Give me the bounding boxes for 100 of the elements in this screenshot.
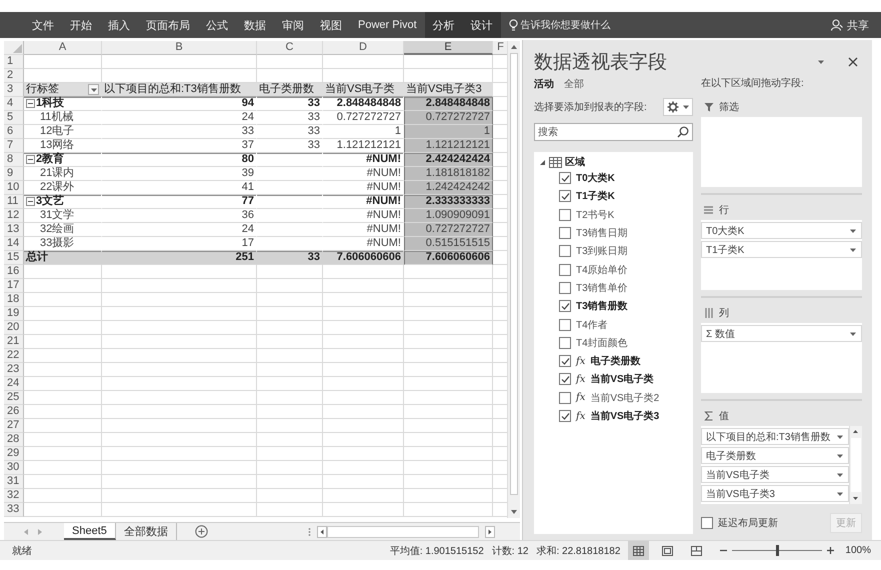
ribbon-tab[interactable]: 插入: [100, 12, 138, 38]
scroll-right-icon[interactable]: [484, 526, 495, 538]
drop-area[interactable]: T0大类K T1子类K: [701, 220, 862, 290]
add-sheet-icon[interactable]: [194, 525, 208, 538]
scrollbar-thumb[interactable]: [326, 526, 479, 538]
panel-tab[interactable]: 活动: [534, 76, 560, 92]
tools-button[interactable]: [663, 98, 693, 116]
zoom-in-icon[interactable]: [826, 546, 836, 555]
drop-area[interactable]: Σ 数值: [701, 323, 862, 393]
row-header[interactable]: 17: [4, 279, 24, 293]
area-field-button[interactable]: T0大类K: [701, 222, 862, 239]
row-header[interactable]: 9: [4, 167, 24, 181]
area-field-button[interactable]: Σ 数值: [701, 325, 862, 342]
ribbon-tab[interactable]: 开始: [62, 12, 100, 38]
row-header[interactable]: 19: [4, 307, 24, 321]
column-header[interactable]: D: [323, 41, 404, 55]
column-header[interactable]: C: [257, 41, 323, 55]
checkbox[interactable]: [559, 172, 571, 184]
tell-me-field[interactable]: 告诉我你想要做什么: [520, 18, 611, 32]
field-name[interactable]: 当前VS电子类2: [590, 390, 660, 405]
checkbox[interactable]: [559, 245, 571, 258]
field-name[interactable]: T3到账日期: [576, 244, 628, 258]
checkbox[interactable]: [559, 264, 571, 276]
close-icon[interactable]: [848, 57, 858, 67]
panel-tab[interactable]: 全部: [564, 76, 590, 92]
column-header[interactable]: A: [24, 41, 102, 55]
row-header[interactable]: 16: [4, 265, 24, 279]
checkbox[interactable]: [559, 227, 571, 240]
defer-update-label[interactable]: 延迟布局更新: [718, 516, 778, 530]
ribbon-tab[interactable]: 页面布局: [138, 12, 198, 38]
scrollbar[interactable]: [849, 426, 862, 504]
area-field-button[interactable]: 当前VS电子类3: [701, 485, 849, 502]
ribbon-tab[interactable]: Power Pivot: [350, 12, 425, 38]
row-header[interactable]: 32: [4, 489, 24, 503]
sheet-tab[interactable]: Sheet5: [64, 523, 116, 540]
row-header[interactable]: 28: [4, 433, 24, 447]
row-header[interactable]: 5: [4, 111, 24, 125]
field-name[interactable]: T3销售日期: [576, 226, 628, 240]
field-name[interactable]: T3销售册数: [576, 299, 628, 314]
row-header[interactable]: 27: [4, 419, 24, 433]
splitter-handle[interactable]: [308, 526, 311, 536]
row-header[interactable]: 2: [4, 69, 24, 83]
row-header[interactable]: 22: [4, 349, 24, 363]
checkbox[interactable]: [559, 392, 571, 404]
filter-dropdown-button[interactable]: [88, 84, 99, 95]
search-icon[interactable]: [677, 126, 689, 138]
collapse-icon[interactable]: [539, 158, 546, 166]
share-button[interactable]: 共享: [825, 12, 875, 38]
checkbox[interactable]: [559, 373, 571, 386]
field-name[interactable]: T3销售单价: [576, 280, 628, 295]
collapse-icon[interactable]: [26, 99, 35, 108]
ribbon-tab[interactable]: 分析: [424, 12, 463, 38]
row-header[interactable]: 8: [4, 153, 24, 167]
column-header[interactable]: E: [404, 41, 493, 55]
row-header[interactable]: 10: [4, 181, 24, 195]
collapse-icon[interactable]: [26, 155, 35, 164]
drop-area[interactable]: 以下项目的总和:T3销售册数 电子类册数 当前VS电子类 当前VS电子类3: [701, 426, 862, 504]
row-header[interactable]: 3: [4, 83, 24, 97]
row-header[interactable]: 25: [4, 391, 24, 405]
zoom-level[interactable]: 100%: [845, 545, 871, 556]
panel-options-icon[interactable]: [817, 59, 826, 65]
row-header[interactable]: 4: [4, 97, 24, 111]
checkbox[interactable]: [559, 336, 571, 349]
ribbon-tab[interactable]: 公式: [198, 12, 236, 38]
row-header[interactable]: 29: [4, 447, 24, 461]
field-name[interactable]: T4封面颜色: [576, 336, 628, 350]
area-field-button[interactable]: 以下项目的总和:T3销售册数: [701, 428, 849, 445]
ribbon-tab[interactable]: 视图: [312, 12, 350, 38]
checkbox[interactable]: [559, 318, 571, 331]
row-header[interactable]: 30: [4, 461, 24, 475]
search-field[interactable]: 搜索: [534, 123, 693, 141]
ribbon-tab[interactable]: 设计: [462, 12, 501, 38]
field-name[interactable]: T4作者: [576, 318, 608, 332]
row-header[interactable]: 15: [4, 251, 24, 265]
field-name[interactable]: 当前VS电子类: [590, 372, 654, 386]
field-name[interactable]: T0大类K: [576, 171, 615, 186]
area-field-button[interactable]: T1子类K: [701, 241, 862, 258]
normal-view-button[interactable]: [628, 541, 650, 560]
row-header[interactable]: 13: [4, 223, 24, 237]
checkbox[interactable]: [559, 410, 571, 422]
zoom-slider-thumb[interactable]: [776, 545, 780, 556]
column-header[interactable]: F: [493, 41, 507, 55]
checkbox[interactable]: [559, 208, 571, 221]
row-header[interactable]: 7: [4, 139, 24, 153]
row-header[interactable]: 20: [4, 321, 24, 335]
row-header[interactable]: 33: [4, 503, 24, 517]
field-name[interactable]: T2书号K: [576, 208, 614, 222]
field-name[interactable]: T4原始单价: [576, 262, 628, 277]
row-header[interactable]: 18: [4, 293, 24, 307]
checkbox[interactable]: [559, 300, 571, 312]
ribbon-tab[interactable]: 审阅: [274, 12, 312, 38]
ribbon-tab[interactable]: 文件: [24, 12, 62, 38]
row-header[interactable]: 31: [4, 475, 24, 489]
checkbox[interactable]: [559, 282, 571, 294]
checkbox[interactable]: [559, 190, 571, 202]
row-header[interactable]: 12: [4, 209, 24, 223]
row-header[interactable]: 23: [4, 363, 24, 377]
ribbon-tab[interactable]: 数据: [236, 12, 274, 38]
row-header[interactable]: 6: [4, 125, 24, 139]
row-header[interactable]: 24: [4, 377, 24, 391]
